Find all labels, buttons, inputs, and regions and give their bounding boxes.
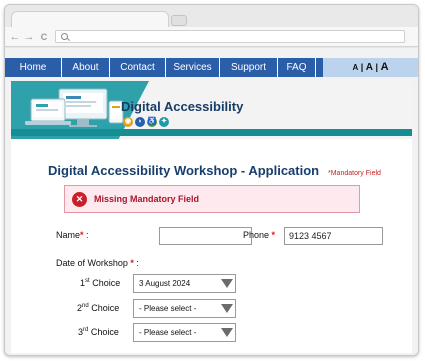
text-size-separator: | <box>360 62 364 72</box>
accessibility-icons: ◉ ◗ ♿ ✦ <box>123 117 169 127</box>
dropdown-arrow-icon[interactable] <box>218 324 235 341</box>
site-title: Digital Accessibility <box>121 99 244 114</box>
choice-3-value: - Please select - <box>139 328 197 337</box>
site-banner: Digital Accessibility ◉ ◗ ♿ ✦ <box>11 81 412 139</box>
choice-3-label: 3rd Choice <box>78 327 119 337</box>
phone-input[interactable] <box>284 227 383 245</box>
text-size-controls: A | A | A <box>323 58 418 77</box>
choice-3-select[interactable]: - Please select - <box>133 323 236 342</box>
mobility-icon: ♿ <box>147 117 157 127</box>
choice-2-select[interactable]: - Please select - <box>133 299 236 318</box>
text-size-separator: | <box>375 62 379 72</box>
browser-toolbar: ← → C <box>5 27 418 47</box>
reload-icon[interactable]: C <box>38 30 50 44</box>
text-size-large[interactable]: A <box>381 61 389 73</box>
back-arrow-icon[interactable]: ← <box>9 30 21 44</box>
date-of-workshop-label: Date of Workshop * : <box>56 258 139 268</box>
choice-2-value: - Please select - <box>139 304 197 313</box>
nav-contact[interactable]: Contact <box>110 58 166 77</box>
choice-1-value: 3 August 2024 <box>139 279 191 288</box>
phone-label: Phone * <box>243 230 276 240</box>
nav-services[interactable]: Services <box>166 58 220 77</box>
text-size-small[interactable]: A <box>352 63 358 72</box>
nav-faq[interactable]: FAQ <box>278 58 316 77</box>
nav-support[interactable]: Support <box>220 58 278 77</box>
name-input[interactable] <box>159 227 252 245</box>
nav-about[interactable]: About <box>62 58 110 77</box>
tab-strip <box>5 5 418 28</box>
error-icon: ✕ <box>72 192 87 207</box>
mandatory-field-note: *Mandatory Field <box>328 170 381 177</box>
choice-1-select[interactable]: 3 August 2024 <box>133 274 236 293</box>
hearing-icon: ◗ <box>135 117 145 127</box>
page-content: Digital Accessibility ◉ ◗ ♿ ✦ Digital Ac… <box>11 81 412 353</box>
browser-tab[interactable] <box>11 11 169 28</box>
vision-icon: ◉ <box>123 117 133 127</box>
text-size-medium[interactable]: A <box>366 62 373 73</box>
error-alert: ✕ Missing Mandatory Field <box>64 185 360 213</box>
banner-strip <box>11 129 412 136</box>
browser-window: ← → C Home About Contact Services Suppor… <box>4 4 419 356</box>
form-title: Digital Accessibility Workshop - Applica… <box>48 163 320 178</box>
search-icon <box>61 33 68 40</box>
cognitive-icon: ✦ <box>159 117 169 127</box>
forward-arrow-icon[interactable]: → <box>23 30 35 44</box>
name-label: Name* : <box>56 230 89 240</box>
error-message: Missing Mandatory Field <box>94 194 200 204</box>
dropdown-arrow-icon[interactable] <box>218 275 235 292</box>
page-viewport: Home About Contact Services Support FAQ … <box>5 48 418 355</box>
address-bar[interactable] <box>55 30 405 43</box>
main-navigation: Home About Contact Services Support FAQ … <box>5 58 418 77</box>
new-tab-button[interactable] <box>171 15 187 26</box>
dropdown-arrow-icon[interactable] <box>218 300 235 317</box>
nav-home[interactable]: Home <box>5 58 62 77</box>
devices-illustration <box>25 88 124 127</box>
choice-1-label: 1st Choice <box>80 278 121 288</box>
choice-2-label: 2nd Choice <box>77 303 120 313</box>
